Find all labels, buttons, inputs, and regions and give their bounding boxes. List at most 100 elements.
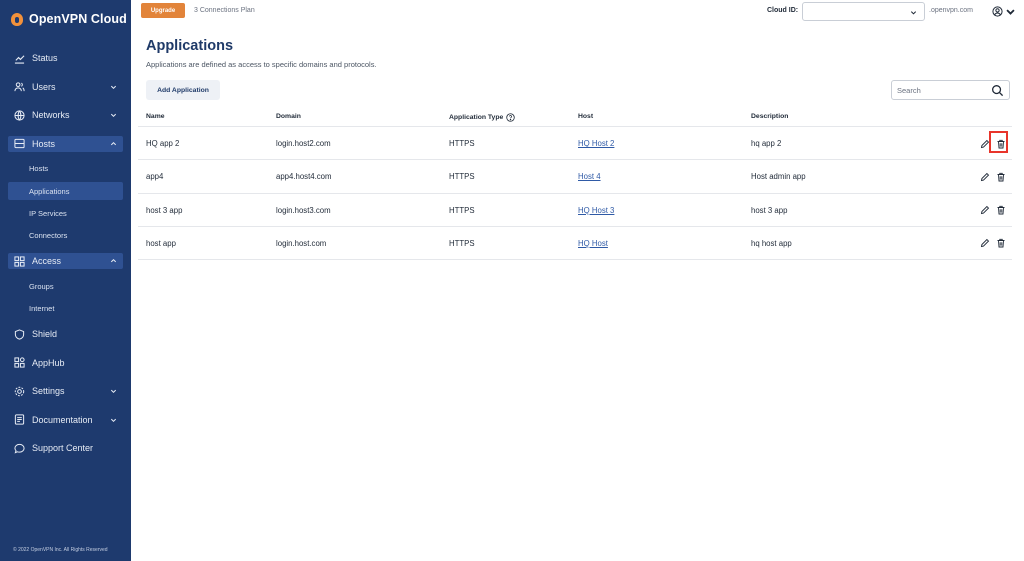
sidebar-item-label: Hosts [32, 138, 56, 149]
search-box [891, 80, 1010, 100]
table-row: host app login.host.com HTTPS HQ Host hq… [138, 227, 1012, 261]
column-header-host: Host [578, 113, 594, 120]
users-icon [14, 81, 25, 92]
chevron-down-icon [110, 390, 117, 394]
delete-button[interactable] [995, 238, 1006, 249]
search-input[interactable] [897, 84, 987, 97]
sidebar-item-support-center[interactable]: Support Center [0, 434, 131, 463]
cell-description: hq app 2 [751, 139, 782, 148]
cell-domain: login.host3.com [276, 205, 331, 215]
cloud-domain: .openvpn.com [929, 7, 973, 14]
server-icon [14, 138, 25, 149]
sidebar-item-label: Shield [32, 329, 58, 340]
cell-description: Host admin app [751, 172, 806, 182]
chevron-down-icon [1006, 9, 1015, 15]
cell-name: app4 [146, 172, 164, 182]
cloud-id-select[interactable] [802, 2, 925, 21]
edit-button[interactable] [979, 171, 990, 182]
sidebar-item-label: Users [32, 81, 56, 92]
shield-icon [14, 329, 25, 340]
help-icon[interactable] [506, 113, 515, 122]
upgrade-button[interactable]: Upgrade [141, 3, 185, 18]
topbar: Upgrade 3 Connections Plan Cloud ID: .op… [131, 0, 1024, 24]
apps-icon [14, 357, 25, 368]
copyright: © 2022 OpenVPN Inc. All Rights Reserved [13, 547, 108, 553]
cell-host-link[interactable]: HQ Host 2 [578, 139, 614, 148]
table-row: host 3 app login.host3.com HTTPS HQ Host… [138, 194, 1012, 227]
sidebar-item-access[interactable]: Access [8, 253, 123, 269]
sidebar-item-documentation[interactable]: Documentation [0, 406, 131, 435]
grid-icon [14, 255, 25, 267]
trash-icon [997, 205, 1004, 215]
edit-button[interactable] [979, 238, 990, 249]
sidebar-subitem-ip-services[interactable]: IP Services [0, 202, 131, 225]
openvpn-logo-icon [11, 12, 23, 26]
sidebar-subitem-internet[interactable]: Internet [0, 298, 131, 321]
sidebar-item-shield[interactable]: Shield [0, 320, 131, 349]
sidebar: OpenVPN Cloud Status Users Networks Host… [0, 0, 131, 561]
sidebar-item-label: Settings [32, 386, 65, 397]
add-application-button[interactable]: Add Application [146, 80, 220, 100]
delete-button[interactable] [995, 171, 1006, 182]
applications-table: Name Domain Application Type Host Descri… [138, 108, 1012, 261]
edit-button[interactable] [979, 205, 990, 216]
sidebar-subitem-hosts[interactable]: Hosts [0, 158, 131, 181]
table-row: app4 app4.host4.com HTTPS Host 4 Host ad… [138, 160, 1012, 194]
sidebar-nav: Status Users Networks Hosts Hosts Applic… [0, 44, 131, 463]
sidebar-item-networks[interactable]: Networks [0, 101, 131, 130]
cell-domain: login.host2.com [276, 139, 331, 148]
chevron-up-icon [110, 258, 117, 263]
cell-description: hq host app [751, 238, 792, 248]
cell-host-link[interactable]: HQ Host [578, 239, 608, 248]
chevron-down-icon [910, 11, 917, 15]
trash-icon [997, 172, 1004, 182]
globe-icon [14, 110, 25, 121]
plan-label: 3 Connections Plan [194, 7, 255, 14]
sidebar-item-settings[interactable]: Settings [0, 377, 131, 406]
sidebar-item-label: Documentation [32, 414, 93, 425]
sidebar-subitem-groups[interactable]: Groups [0, 275, 131, 298]
cell-domain: login.host.com [276, 238, 327, 248]
pencil-icon [980, 139, 989, 148]
user-avatar-icon [992, 6, 1003, 17]
pencil-icon [980, 205, 989, 215]
cell-type: HTTPS [449, 205, 475, 215]
cell-host-link[interactable]: HQ Host 3 [578, 206, 614, 215]
chat-icon [14, 443, 25, 454]
sidebar-subitem-applications[interactable]: Applications [8, 182, 123, 200]
page-title: Applications [146, 38, 234, 54]
sidebar-item-label: Networks [32, 110, 70, 121]
sidebar-item-label: Status [32, 53, 58, 64]
cell-name: host 3 app [146, 205, 183, 215]
sidebar-subitem-connectors[interactable]: Connectors [0, 225, 131, 248]
user-menu[interactable] [992, 5, 1016, 18]
chevron-down-icon [110, 418, 117, 422]
sidebar-item-status[interactable]: Status [0, 44, 131, 73]
gear-icon [14, 386, 25, 397]
chevron-down-icon [110, 114, 117, 118]
column-header-description: Description [751, 113, 789, 120]
cell-type: HTTPS [449, 139, 475, 148]
sidebar-item-users[interactable]: Users [0, 73, 131, 102]
delete-button[interactable] [995, 205, 1006, 216]
document-icon [14, 414, 25, 425]
page-subtitle: Applications are defined as access to sp… [146, 60, 377, 69]
cell-type: HTTPS [449, 172, 475, 182]
logo[interactable]: OpenVPN Cloud [11, 11, 127, 27]
cell-type: HTTPS [449, 238, 475, 248]
column-header-name: Name [146, 113, 165, 120]
delete-button[interactable] [989, 131, 1008, 153]
cell-domain: app4.host4.com [276, 172, 332, 182]
sidebar-item-hosts[interactable]: Hosts [8, 135, 123, 152]
cell-host-link[interactable]: Host 4 [578, 172, 601, 181]
cloud-id-label: Cloud ID: [767, 7, 799, 14]
pencil-icon [980, 239, 989, 248]
search-icon[interactable] [991, 84, 1004, 97]
column-header-domain: Domain [276, 113, 301, 120]
sidebar-item-apphub[interactable]: AppHub [0, 349, 131, 378]
column-header-label: Application Type [449, 114, 504, 121]
chevron-up-icon [110, 141, 117, 145]
cell-name: HQ app 2 [146, 139, 180, 148]
trash-icon [997, 139, 1004, 148]
chevron-down-icon [110, 85, 117, 89]
